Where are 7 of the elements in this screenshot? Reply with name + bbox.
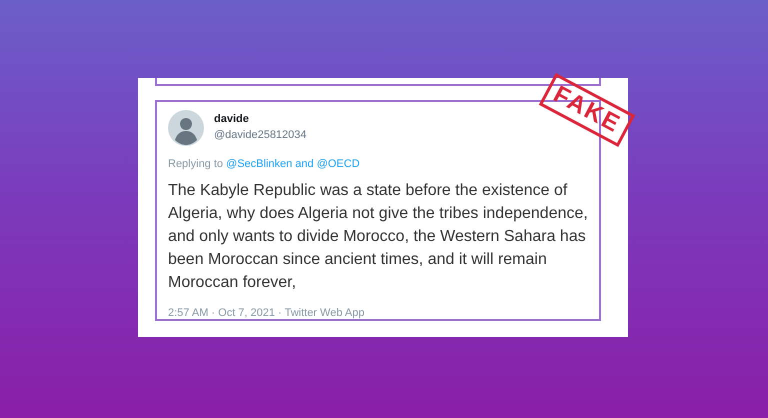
avatar-icon bbox=[168, 110, 204, 146]
mention-link[interactable]: @SecBlinken and @OECD bbox=[226, 157, 360, 171]
user-handle: @davide25812034 bbox=[214, 128, 307, 142]
tweet-meta: 2:57 AM · Oct 7, 2021 · Twitter Web App bbox=[168, 306, 366, 320]
tweet-text: The Kabyle Republic was a state before the existence of Algeria, why does Algeria not give the tribes independence, and only wants to divide Morocco, the Western Sahara has been Moroccan since ancient times, and it will remain Moroccan forever, bbox=[168, 181, 589, 293]
user-name: davide bbox=[214, 112, 250, 126]
replying-label: Replying to bbox=[168, 157, 224, 171]
